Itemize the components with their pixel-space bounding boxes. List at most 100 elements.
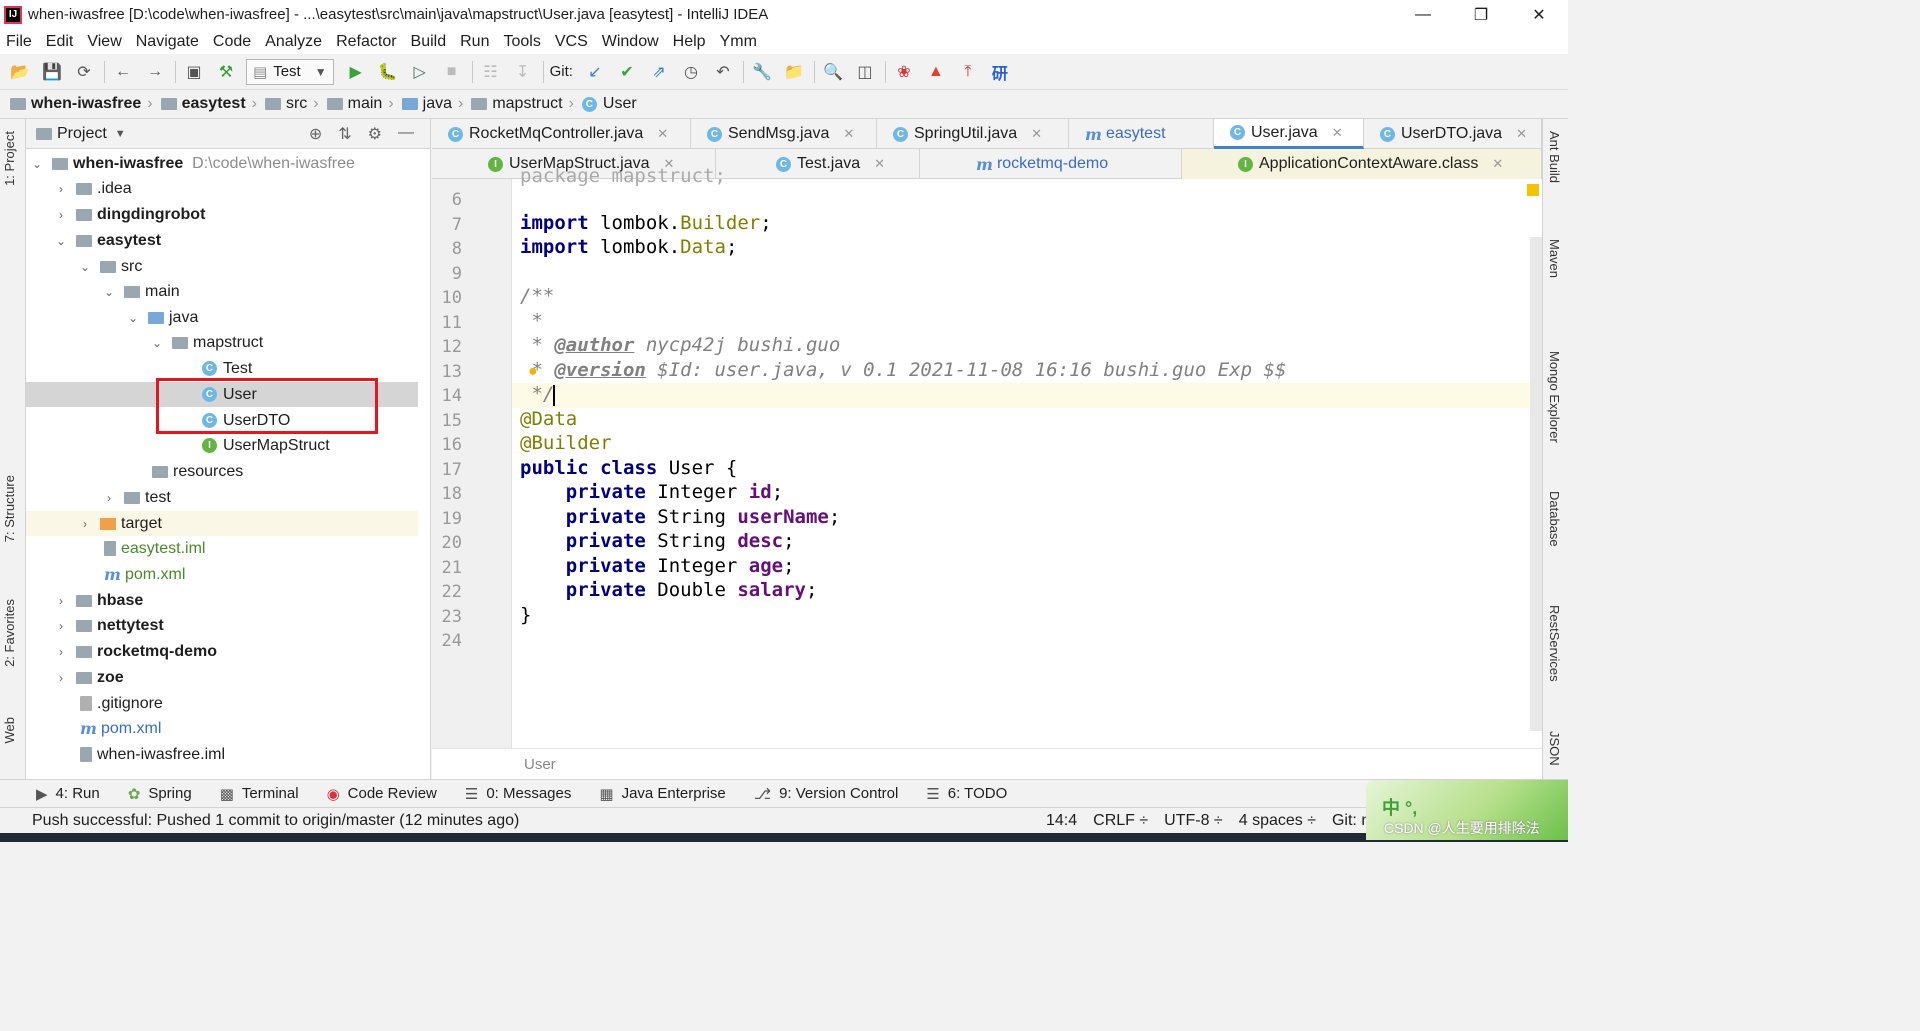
menu-ymm[interactable]: Ymm [720,33,757,51]
git-push-icon[interactable]: ⇗ [647,60,671,84]
menu-edit[interactable]: Edit [46,33,74,51]
chevron-right-icon[interactable]: › [54,182,68,196]
project-settings-icon[interactable]: 📁 [782,60,806,84]
tool-tab-ant-build[interactable]: Ant Build [1547,131,1562,183]
tree-row-gitignore[interactable]: .gitignore [26,691,418,716]
tree-row-nettytest[interactable]: › nettytest [26,613,418,638]
tree-row-pom-xml-root[interactable]: m pom.xml [26,716,418,741]
close-icon[interactable]: ✕ [1031,126,1042,142]
debug-icon[interactable]: 🐛 [376,60,400,84]
chevron-right-icon[interactable]: › [102,491,116,505]
menu-analyze[interactable]: Analyze [265,33,322,51]
tab-test-java[interactable]: C Test.java ✕ [716,149,920,179]
breadcrumb-item[interactable]: easytest › [160,95,257,113]
tab-spring[interactable]: ✿ Spring [128,785,192,803]
tab-easytest-pom[interactable]: m easytest [1069,119,1214,149]
search-icon[interactable]: 🔍 [821,60,845,84]
ime-indicator[interactable]: 中 °, [1382,794,1417,820]
tab-todo[interactable]: ☰ 6: TODO [926,785,1007,803]
tree-row-target[interactable]: › target [26,511,418,536]
breadcrumb-item[interactable]: C User [581,95,637,113]
tab-terminal[interactable]: ▩ Terminal [220,785,299,803]
file-encoding[interactable]: UTF-8 ÷ [1164,812,1223,830]
tool-tab-structure[interactable]: 7: Structure [2,475,17,542]
close-icon[interactable]: ✕ [1516,126,1527,142]
gear-icon[interactable]: ⚙ [368,124,382,144]
menu-navigate[interactable]: Navigate [136,33,199,51]
menu-tools[interactable]: Tools [503,33,540,51]
chevron-right-icon[interactable]: › [54,645,68,659]
chevron-right-icon[interactable]: › [54,671,68,685]
coverage-icon[interactable]: ▷ [408,60,432,84]
close-icon[interactable]: ✕ [657,126,668,142]
forward-icon[interactable]: → [143,60,167,84]
close-icon[interactable]: ✕ [1492,156,1503,172]
editor-scrollbar[interactable] [1530,237,1542,731]
tab-userdto-java[interactable]: C UserDTO.java ✕ [1364,119,1542,149]
chevron-down-icon[interactable]: ▼ [115,128,126,140]
breadcrumb-item[interactable]: main › [326,95,394,113]
vcs-update-icon[interactable]: ☷ [479,60,503,84]
tree-row-pom-xml-module[interactable]: m pom.xml [26,562,418,587]
chevron-down-icon[interactable]: ⌄ [78,260,92,274]
tab-springutil[interactable]: C SpringUtil.java ✕ [877,119,1069,149]
open-folder-icon[interactable]: 📂 [8,60,32,84]
tab-applicationcontextaware[interactable]: I ApplicationContextAware.class ✕ [1182,149,1542,179]
tool-tab-favorites[interactable]: 2: Favorites [2,599,17,667]
code-editor[interactable]: package mapstruct; 6 7 8 9 10 11 12 13 1… [432,165,1542,779]
locate-icon[interactable]: ⊕ [309,124,322,144]
breadcrumb-item[interactable]: src › [264,95,319,113]
menu-vcs[interactable]: VCS [555,33,588,51]
terminal-window-icon[interactable]: ◫ [853,60,877,84]
line-separator[interactable]: CRLF ÷ [1093,812,1148,830]
tree-row-usermapstruct-interface[interactable]: I UserMapStruct [26,433,418,458]
plugin-red-icon[interactable]: ❀ [892,60,916,84]
tab-user-java[interactable]: C User.java ✕ [1214,119,1364,149]
chevron-down-icon[interactable]: ⌄ [54,234,68,248]
close-icon[interactable]: ✕ [1510,0,1568,29]
menu-window[interactable]: Window [602,33,659,51]
sync-icon[interactable]: ⟳ [72,60,96,84]
menu-help[interactable]: Help [673,33,706,51]
project-panel-title[interactable]: Project [57,125,107,143]
chevron-down-icon[interactable]: ⌄ [102,285,116,299]
project-structure-icon[interactable]: ▣ [182,60,206,84]
git-commit-icon[interactable]: ✔ [615,60,639,84]
save-icon[interactable]: 💾 [40,60,64,84]
chevron-down-icon[interactable]: ⌄ [126,311,140,325]
tree-row-root[interactable]: ⌄ when-iwasfree D:\code\when-iwasfree [26,151,418,176]
stop-icon[interactable]: ■ [440,60,464,84]
menu-refactor[interactable]: Refactor [336,33,396,51]
tree-row-hbase[interactable]: › hbase [26,588,418,613]
tab-sendmsg[interactable]: C SendMsg.java ✕ [691,119,877,149]
tab-code-review[interactable]: ◉ Code Review [327,785,437,803]
tab-rocketmqcontroller[interactable]: C RocketMqController.java ✕ [432,119,691,149]
chevron-right-icon[interactable]: › [54,594,68,608]
tool-tab-json[interactable]: JSON [1547,731,1562,766]
plugin-research-icon[interactable]: 研 [988,60,1012,84]
hide-icon[interactable]: — [398,124,414,144]
tab-messages[interactable]: ☰ 0: Messages [465,785,572,803]
caret-position[interactable]: 14:4 [1046,812,1077,830]
menu-build[interactable]: Build [411,33,447,51]
close-icon[interactable]: ✕ [1332,125,1343,141]
vcs-download-icon[interactable]: ↧ [511,60,535,84]
git-update-icon[interactable]: ↙ [583,60,607,84]
build-hammer-icon[interactable]: ⚒ [214,60,238,84]
chevron-right-icon[interactable]: › [78,517,92,531]
rollback-icon[interactable]: ↶ [711,60,735,84]
history-icon[interactable]: ◷ [679,60,703,84]
menu-view[interactable]: View [87,33,121,51]
tool-tab-web[interactable]: Web [2,717,17,744]
tab-version-control[interactable]: ⎇ 9: Version Control [754,785,899,803]
chevron-right-icon[interactable]: › [54,208,68,222]
tree-row-easytest[interactable]: ⌄ easytest [26,228,418,253]
close-icon[interactable]: ✕ [843,126,854,142]
tree-row-dingdingrobot[interactable]: › dingdingrobot [26,202,418,227]
indent-setting[interactable]: 4 spaces ÷ [1239,812,1316,830]
tree-row-easytest-iml[interactable]: easytest.iml [26,536,418,561]
plugin-arrow-icon[interactable]: ⤒ [956,60,980,84]
tree-row-rocketmq-demo[interactable]: › rocketmq-demo [26,639,418,664]
chevron-down-icon[interactable]: ⌄ [150,336,164,350]
tab-java-enterprise[interactable]: ▦ Java Enterprise [599,785,725,803]
